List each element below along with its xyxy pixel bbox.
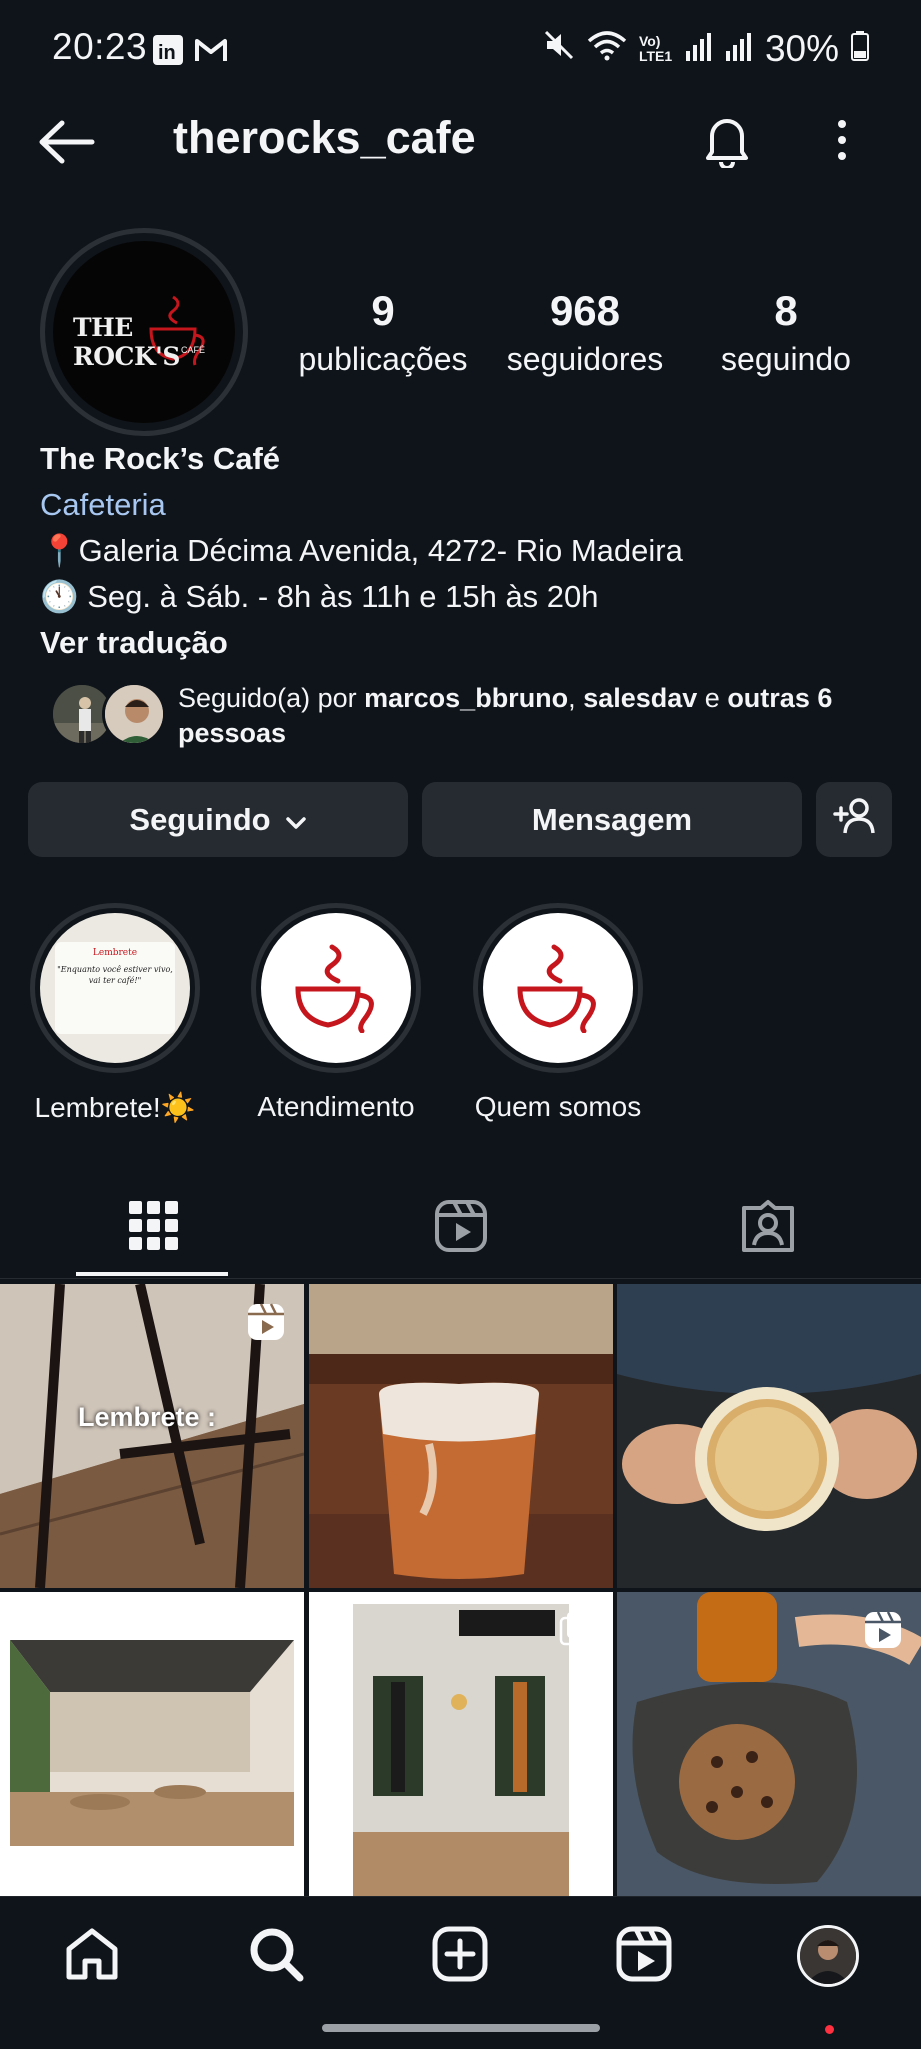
- follower-avatar: [102, 682, 166, 746]
- tab-tagged[interactable]: [614, 1178, 921, 1278]
- stat-following-count: 8: [774, 287, 798, 334]
- highlight-ring: Lembrete "Enquanto você estiver vivo, va…: [30, 903, 200, 1073]
- active-tab-indicator: [76, 1272, 228, 1276]
- highlight-card-title: Lembrete: [92, 948, 138, 958]
- grid-icon: [128, 1200, 179, 1256]
- add-person-icon: [833, 797, 875, 843]
- home-icon: [64, 1927, 120, 1986]
- followed-user-link[interactable]: marcos_bbruno: [364, 683, 568, 713]
- system-home-indicator[interactable]: [322, 2024, 600, 2032]
- highlight-label: Quem somos: [474, 1091, 642, 1122]
- post-thumbnail[interactable]: [617, 1592, 921, 1896]
- reels-icon: [434, 1199, 488, 1258]
- battery-icon: [851, 28, 869, 70]
- add-post-icon: [432, 1926, 488, 1987]
- notification-dot: [825, 2025, 834, 2034]
- following-button[interactable]: Seguindo: [28, 782, 408, 857]
- profile-name: The Rock’s Café: [40, 441, 281, 476]
- highlight-ring: [251, 903, 421, 1073]
- profile-hours: 🕚 Seg. à Sáb. - 8h às 11h e 15h às 20h: [40, 579, 599, 614]
- highlight-quem-somos[interactable]: Quem somos: [473, 903, 643, 1123]
- status-time: 20:23: [52, 26, 148, 67]
- highlight-ring: [473, 903, 643, 1073]
- suggest-people-button[interactable]: [816, 782, 892, 857]
- status-bar: 20:23 in Vo) LTE1 30%: [0, 0, 921, 100]
- profile-username: therocks_cafe: [173, 112, 476, 163]
- post-image: [617, 1284, 921, 1588]
- profile-avatar[interactable]: THE ROCK'S CAFÉ: [40, 228, 248, 436]
- network-label: Vo) LTE1: [638, 33, 673, 64]
- highlight-cover: [261, 913, 411, 1063]
- nav-search[interactable]: [236, 1921, 316, 1991]
- stat-posts[interactable]: 9 publicações: [283, 286, 483, 382]
- signal-icon: [725, 28, 753, 70]
- post-image: [309, 1284, 613, 1588]
- highlight-atendimento[interactable]: Atendimento: [251, 903, 421, 1123]
- highlight-lembrete[interactable]: Lembrete "Enquanto você estiver vivo, va…: [30, 903, 200, 1124]
- message-button-label: Mensagem: [531, 801, 693, 837]
- post-thumbnail[interactable]: [0, 1592, 304, 1896]
- highlight-cover: [483, 913, 633, 1063]
- stat-followers[interactable]: 968 seguidores: [485, 286, 685, 382]
- post-overlay-text: Lembrete :: [78, 1402, 217, 1432]
- more-vertical-icon[interactable]: [832, 118, 852, 167]
- nav-reels[interactable]: [604, 1921, 684, 1991]
- highlight-label: Lembrete!☀️: [34, 1092, 196, 1123]
- mute-icon: [543, 28, 575, 70]
- followed-by-avatars[interactable]: [50, 682, 166, 748]
- stat-posts-label: publicações: [298, 341, 468, 377]
- profile-bio: The Rock’s Café Cafeteria 📍Galeria Décim…: [40, 436, 683, 666]
- post-image: [0, 1592, 304, 1896]
- avatar: [797, 1925, 859, 1987]
- reels-icon: [616, 1926, 672, 1987]
- carousel-badge-icon: [559, 1610, 595, 1651]
- nav-home[interactable]: [52, 1921, 132, 1991]
- stat-posts-count: 9: [371, 287, 395, 334]
- battery-text: 30%: [764, 28, 839, 69]
- tab-posts-grid[interactable]: [0, 1178, 307, 1278]
- avatar: THE ROCK'S CAFÉ: [53, 241, 235, 423]
- profile-category[interactable]: Cafeteria: [40, 482, 683, 528]
- highlight-card-text: "Enquanto você estiver vivo, vai ter caf…: [57, 965, 173, 985]
- stat-followers-label: seguidores: [506, 341, 664, 377]
- highlight-cover: Lembrete "Enquanto você estiver vivo, va…: [40, 913, 190, 1063]
- reel-badge-icon: [246, 1302, 286, 1347]
- back-arrow-icon[interactable]: [38, 120, 96, 169]
- post-thumbnail[interactable]: Lembrete :: [0, 1284, 304, 1588]
- post-thumbnail[interactable]: [617, 1284, 921, 1588]
- avatar-logo-subtext: CAFÉ: [181, 345, 206, 355]
- svg-text:in: in: [158, 42, 176, 64]
- signal-icon: [685, 28, 713, 70]
- avatar-logo-text: THE ROCK'S: [73, 313, 180, 371]
- post-thumbnail[interactable]: [309, 1592, 613, 1896]
- tab-reels[interactable]: [307, 1178, 614, 1278]
- linkedin-icon: in: [152, 34, 184, 71]
- stat-following-label: seguindo: [721, 341, 851, 377]
- following-button-label: Seguindo: [129, 801, 271, 837]
- nav-profile[interactable]: [788, 1921, 868, 1991]
- profile-address: 📍Galeria Décima Avenida, 4272- Rio Madei…: [40, 533, 683, 568]
- stat-followers-count: 968: [549, 287, 621, 334]
- see-translation-link[interactable]: Ver tradução: [40, 620, 683, 666]
- nav-create[interactable]: [420, 1921, 500, 1991]
- coffee-cup-logo-icon: [517, 944, 596, 1033]
- chevron-down-icon: [285, 802, 307, 838]
- post-thumbnail[interactable]: [309, 1284, 613, 1588]
- stat-following[interactable]: 8 seguindo: [686, 286, 886, 382]
- followed-user-link[interactable]: salesdav: [583, 683, 697, 713]
- gmail-icon: [194, 36, 228, 69]
- followed-by-text[interactable]: Seguido(a) por marcos_bbruno, salesdav e…: [178, 681, 878, 751]
- profile-tabs: [0, 1178, 921, 1279]
- bell-icon[interactable]: [702, 112, 752, 173]
- highlight-label: Atendimento: [257, 1091, 415, 1122]
- wifi-icon: [587, 28, 627, 70]
- reel-badge-icon: [863, 1610, 903, 1655]
- message-button[interactable]: Mensagem: [422, 782, 802, 857]
- search-icon: [248, 1926, 304, 1987]
- tagged-person-icon: [741, 1199, 795, 1258]
- coffee-cup-logo-icon: [295, 944, 374, 1033]
